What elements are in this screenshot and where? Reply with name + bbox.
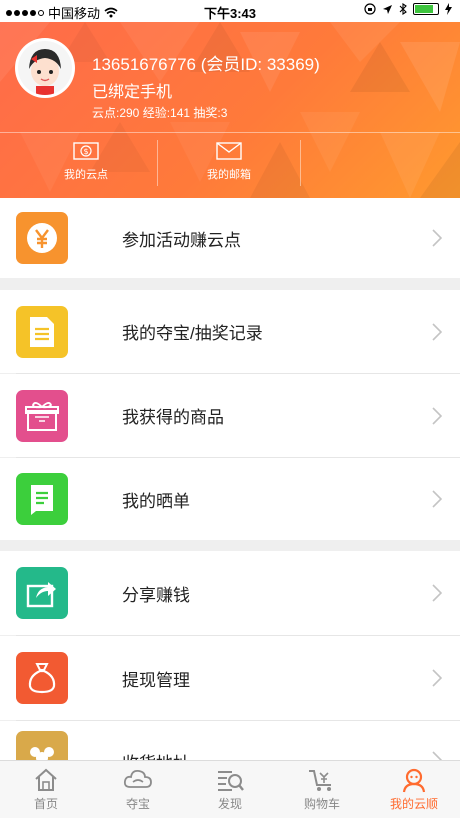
tab-my-profile[interactable]: 我的云顺 [368, 761, 460, 818]
document-icon [16, 305, 68, 358]
tab-cart[interactable]: 购物车 [276, 761, 368, 818]
menu-item-records[interactable]: 我的夺宝/抽奖记录 [0, 290, 460, 373]
avatar-illustration [18, 41, 72, 95]
tab-discover[interactable]: 发现 [184, 761, 276, 818]
gift-icon [16, 389, 68, 442]
menu-item-earn-points[interactable]: 参加活动赚云点 [0, 198, 460, 278]
cloud-icon [123, 769, 152, 788]
chevron-right-icon [432, 669, 442, 687]
header-tab-my-points[interactable]: $ 我的云点 [16, 142, 156, 182]
header-tab-label: 我的邮箱 [207, 169, 251, 181]
status-bar: 中国移动 下午3:43 [0, 0, 460, 22]
menu-item-label: 我的晒单 [122, 491, 190, 511]
location-icon [383, 4, 392, 14]
tab-label: 我的云顺 [389, 797, 438, 811]
cart-icon [309, 770, 331, 791]
note-icon [16, 473, 68, 525]
menu-item-label: 分享赚钱 [122, 585, 190, 605]
menu-item-label: 我获得的商品 [122, 408, 224, 427]
avatar[interactable] [15, 38, 75, 98]
battery-icon [413, 3, 439, 15]
chevron-right-icon [432, 490, 442, 508]
screen: 中国移动 下午3:43 13651676776 (会员ID: 33369) 已绑… [0, 0, 460, 818]
money-bag-icon [16, 652, 68, 704]
menu-item-withdraw[interactable]: 提现管理 [0, 636, 460, 720]
menu-item-label: 我的夺宝/抽奖记录 [122, 324, 263, 343]
bottom-tab-bar: 首页 夺宝 发现 购物车 我的云顺 [0, 760, 460, 818]
menu-item-share-earn[interactable]: 分享赚钱 [0, 551, 460, 635]
tab-label: 购物车 [303, 797, 340, 811]
mail-icon [216, 142, 242, 160]
chevron-right-icon [432, 322, 442, 341]
header-tab-my-mailbox[interactable]: 我的邮箱 [159, 142, 299, 182]
bluetooth-icon [399, 3, 407, 15]
tab-treasure[interactable]: 夺宝 [92, 761, 184, 818]
share-icon [16, 567, 68, 619]
orientation-lock-icon [364, 3, 376, 15]
home-icon [35, 768, 57, 791]
menu-item-label: 提现管理 [122, 670, 190, 690]
yuan-icon [16, 212, 68, 264]
menu-item-my-posts[interactable]: 我的晒单 [0, 458, 460, 540]
svg-text:$: $ [83, 147, 88, 156]
chevron-right-icon [432, 229, 442, 247]
chevron-right-icon [432, 406, 442, 425]
member-stats: 云点:290 经验:141 抽奖:3 [92, 106, 228, 120]
menu-item-won-products[interactable]: 我获得的商品 [0, 374, 460, 457]
header-tab-separator [300, 140, 301, 186]
tab-label: 首页 [33, 797, 58, 811]
chevron-right-icon [432, 584, 442, 602]
profile-icon [402, 768, 426, 793]
header-divider [0, 132, 460, 133]
status-right [364, 3, 452, 15]
discover-icon [218, 771, 244, 791]
tab-home[interactable]: 首页 [0, 761, 92, 818]
tab-label: 发现 [217, 797, 242, 811]
wallet-icon: $ [73, 142, 99, 160]
menu-item-label: 参加活动赚云点 [122, 230, 241, 250]
member-phone-id: 13651676776 (会员ID: 33369) [92, 55, 320, 74]
header-tab-label: 我的云点 [64, 169, 108, 181]
profile-header: 13651676776 (会员ID: 33369) 已绑定手机 云点:290 经… [0, 22, 460, 198]
phone-bind-status: 已绑定手机 [92, 84, 173, 101]
header-tab-separator [157, 140, 158, 186]
charging-icon [445, 3, 452, 15]
tab-label: 夺宝 [125, 797, 150, 811]
